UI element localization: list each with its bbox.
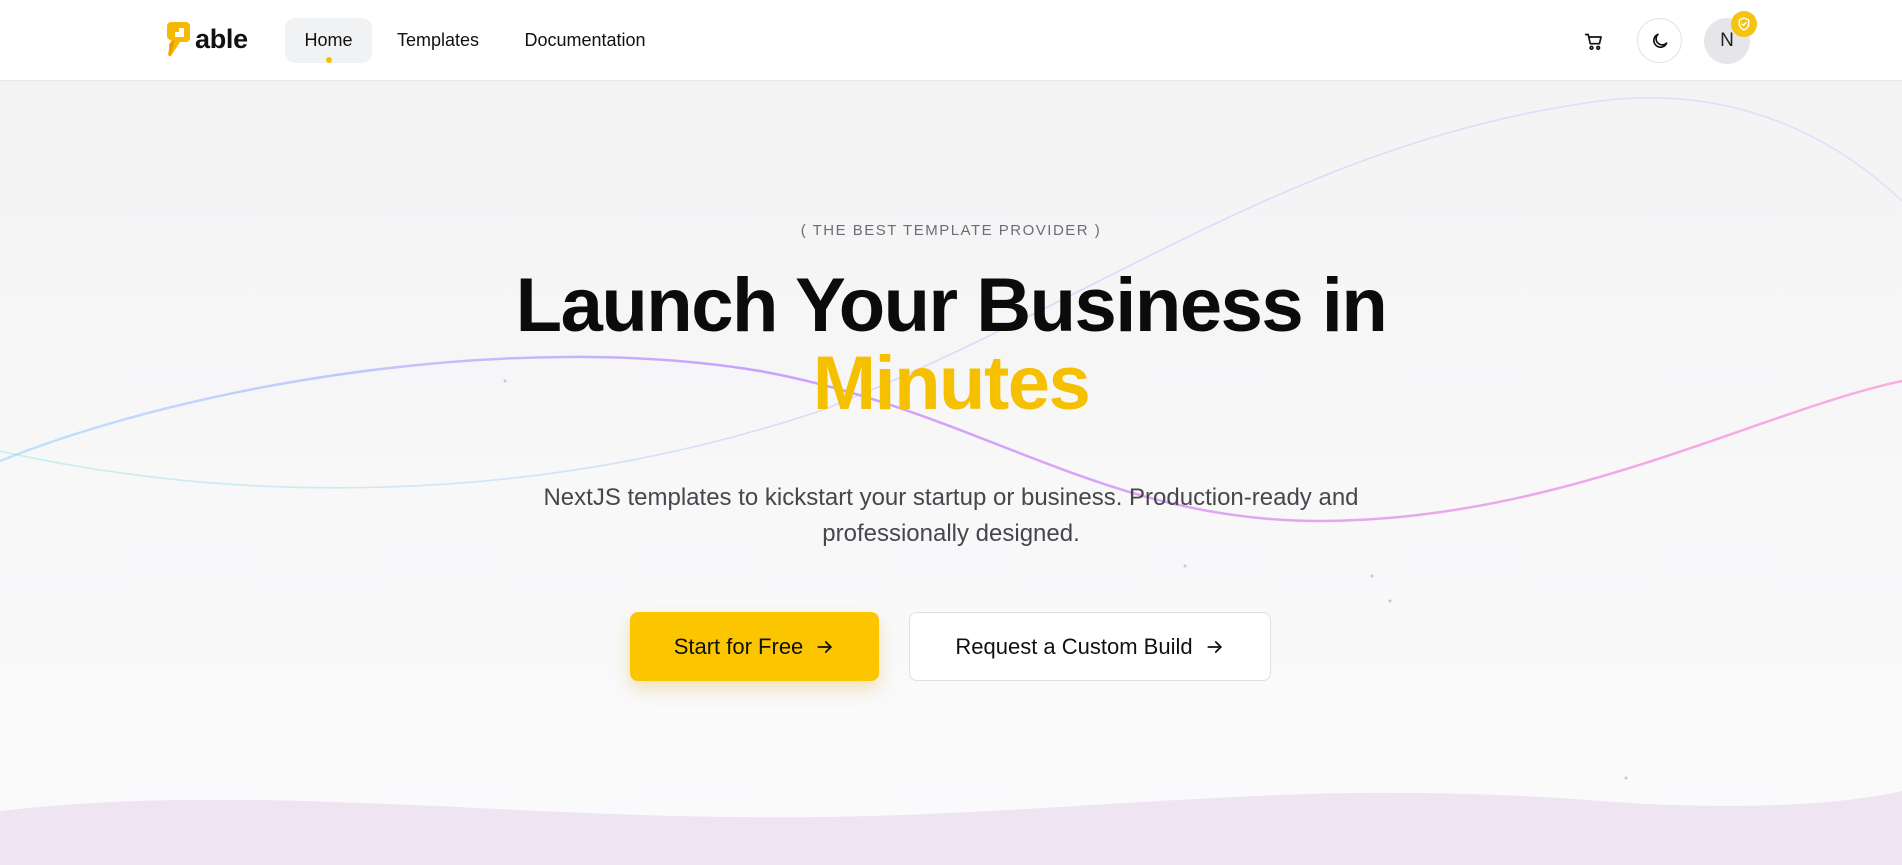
arrow-right-icon xyxy=(1207,640,1222,653)
theme-toggle-button[interactable] xyxy=(1637,18,1682,63)
button-label: Start for Free xyxy=(673,633,804,659)
hero-section: ( THE BEST TEMPLATE PROVIDER ) Launch Yo… xyxy=(0,81,1902,865)
avatar-badge xyxy=(1731,11,1757,37)
hero-subtitle: NextJS templates to kickstart your start… xyxy=(543,484,1359,547)
nav-item-label: Home xyxy=(304,30,353,50)
cart-button[interactable] xyxy=(1574,22,1614,62)
top-navbar: able Home Templates Documentation N xyxy=(0,0,1902,81)
avatar-initial: N xyxy=(1720,30,1734,51)
hero-eyebrow: ( THE BEST TEMPLATE PROVIDER ) xyxy=(800,222,1102,239)
hero-headline-accent: Minutes xyxy=(812,341,1091,426)
hero-headline: Launch Your Business in xyxy=(515,263,1388,348)
bottom-wave-decoration xyxy=(0,791,1902,865)
nav-item-documentation[interactable]: Documentation xyxy=(512,18,658,63)
shield-check-icon xyxy=(1738,17,1750,31)
nav-item-home[interactable]: Home xyxy=(285,18,372,63)
cart-icon xyxy=(1584,33,1602,50)
nav-item-label: Templates xyxy=(396,30,480,50)
arrow-right-icon xyxy=(817,640,833,653)
brand-logo[interactable]: able xyxy=(163,20,248,58)
active-indicator-dot xyxy=(325,57,332,63)
brand-name: able xyxy=(195,23,248,54)
start-for-free-button[interactable]: Start for Free xyxy=(630,612,879,681)
moon-icon xyxy=(1652,33,1667,48)
nav-item-label: Documentation xyxy=(524,30,646,50)
nav-item-templates[interactable]: Templates xyxy=(388,18,488,63)
decorative-waves xyxy=(0,97,1902,780)
able-logo-icon xyxy=(167,22,190,57)
button-label: Request a Custom Build xyxy=(955,633,1193,659)
request-custom-build-button[interactable]: Request a Custom Build xyxy=(909,612,1271,681)
